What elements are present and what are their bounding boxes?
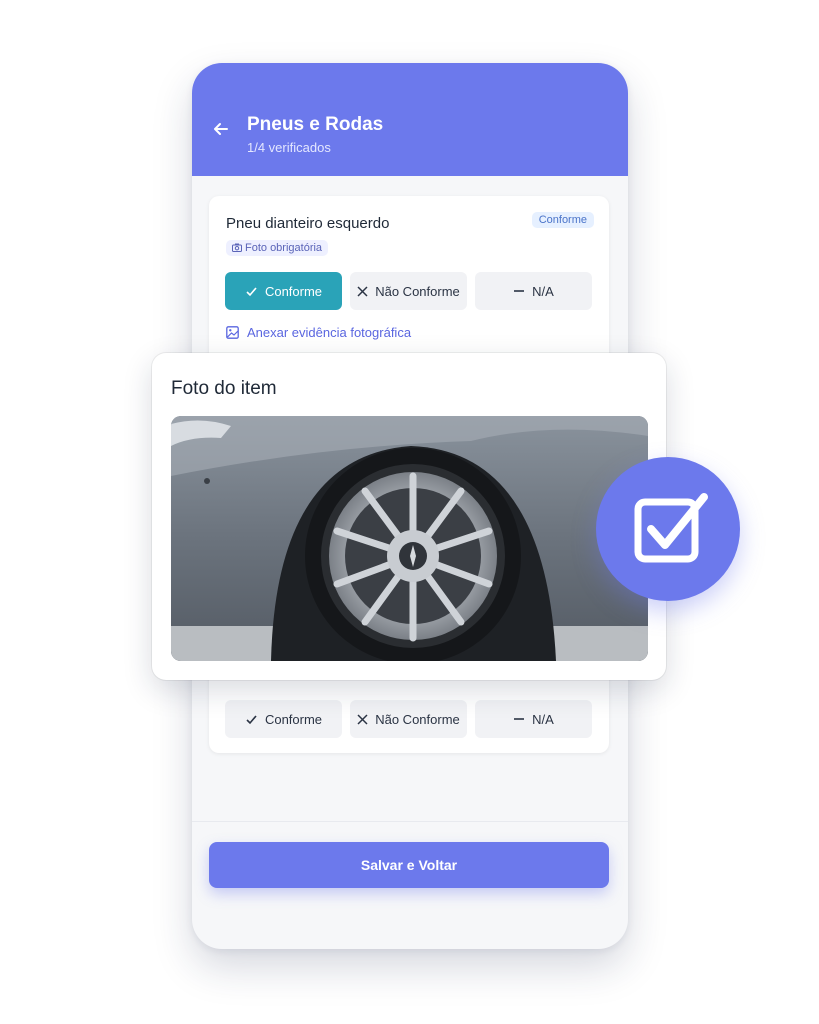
page-title: Pneus e Rodas: [247, 114, 384, 135]
wheel-photo[interactable]: [171, 416, 648, 661]
app-header: Pneus e Rodas 1/4 verificados: [192, 63, 628, 176]
option-label: Não Conforme: [375, 283, 460, 299]
option-label: N/A: [532, 283, 554, 299]
wheel-image: [171, 416, 648, 661]
camera-icon: [232, 243, 242, 252]
minus-icon: [514, 718, 525, 720]
checklist-item-card: Pneu dianteiro esquerdo Conforme Foto ob…: [209, 196, 609, 366]
option-label: Conforme: [264, 283, 323, 299]
option-nao-conforme-button[interactable]: Não Conforme: [350, 272, 467, 310]
option-nao-conforme-button[interactable]: Não Conforme: [350, 700, 467, 738]
check-icon: [246, 714, 257, 724]
photo-preview-card: Foto do item: [152, 353, 666, 680]
attach-photo-link[interactable]: Anexar evidência fotográfica: [226, 325, 411, 340]
back-button[interactable]: [210, 119, 232, 141]
status-badge: Conforme: [531, 212, 594, 228]
option-label: Conforme: [264, 711, 323, 727]
close-icon: [357, 713, 368, 725]
save-button[interactable]: Salvar e Voltar: [209, 842, 609, 888]
progress-subtitle: 1/4 verificados: [247, 140, 331, 155]
photo-title: Foto do item: [171, 378, 277, 399]
option-label: Não Conforme: [375, 711, 460, 727]
option-na-button[interactable]: N/A: [475, 272, 592, 310]
minus-icon: [514, 290, 525, 292]
check-icon: [246, 286, 257, 296]
photo-required-tag: Foto obrigatória: [226, 240, 329, 256]
option-na-button[interactable]: N/A: [475, 700, 592, 738]
footer-divider: [192, 821, 628, 822]
checkbox-checked-icon: [634, 493, 708, 563]
image-icon: [226, 326, 239, 339]
close-icon: [357, 285, 368, 297]
option-conforme-button[interactable]: Conforme: [225, 700, 342, 738]
option-label: N/A: [532, 711, 554, 727]
option-conforme-button[interactable]: Conforme: [225, 272, 342, 310]
photo-required-label: Foto obrigatória: [245, 242, 323, 254]
arrow-left-icon: [214, 123, 228, 135]
verified-badge: [596, 457, 740, 601]
item-title: Pneu dianteiro esquerdo: [226, 215, 390, 232]
attach-label: Anexar evidência fotográfica: [247, 325, 412, 340]
